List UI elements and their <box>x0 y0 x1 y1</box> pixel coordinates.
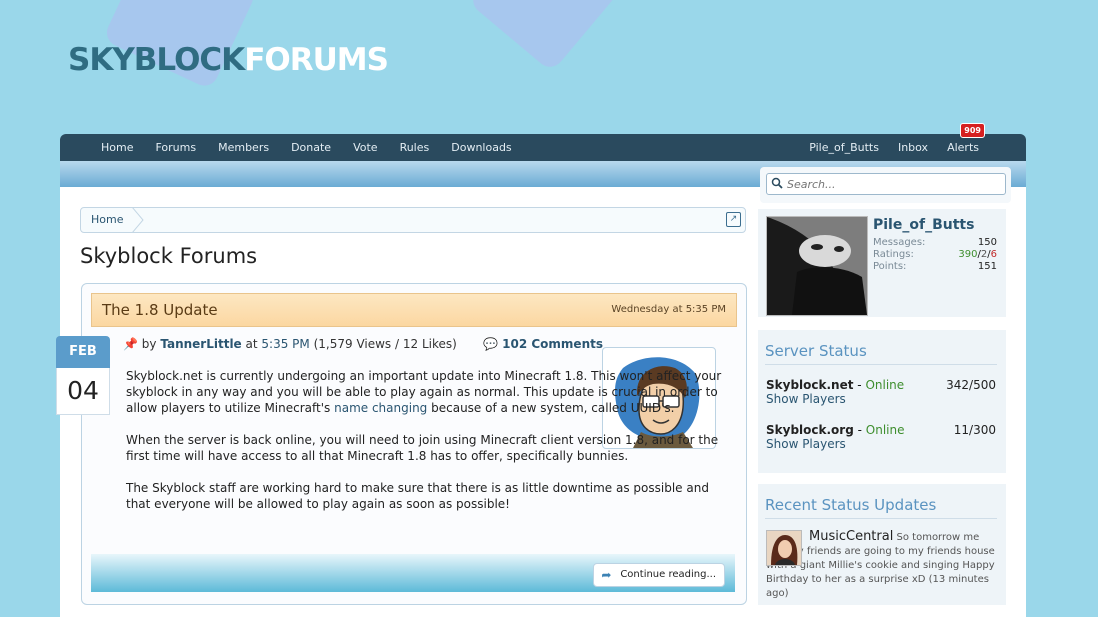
name-changing-link[interactable]: name changing <box>334 401 427 415</box>
ratings-values[interactable]: 390/2/6 <box>958 249 997 261</box>
stat-label: Ratings: <box>873 249 914 260</box>
visitor-stats: Messages: 150 Ratings: 390/2/6 Points: 1… <box>873 237 997 273</box>
stat-points: Points: 151 <box>873 261 997 273</box>
page-title: Skyblock Forums <box>80 244 258 268</box>
status-user-avatar[interactable] <box>766 530 802 566</box>
post-timestamp: Wednesday at 5:35 PM <box>611 304 726 315</box>
status-username[interactable]: MusicCentral <box>809 529 893 544</box>
post-time-link[interactable]: 5:35 PM <box>261 337 309 351</box>
pin-icon: 📌 <box>123 337 138 351</box>
continue-reading-button[interactable]: ➦ Continue reading... <box>593 563 725 587</box>
post-footer: ➦ Continue reading... <box>91 554 735 592</box>
views-likes: (1,579 Views / 12 Likes) <box>313 337 457 351</box>
show-players-link[interactable]: Show Players <box>766 437 996 451</box>
alerts-label: Alerts <box>947 141 979 154</box>
user-avatar[interactable] <box>766 216 868 316</box>
post-title[interactable]: The 1.8 Update <box>102 294 218 326</box>
news-post: The 1.8 Update Wednesday at 5:35 PM 📌 by… <box>81 283 747 605</box>
post-paragraph: The Skyblock staff are working hard to m… <box>126 481 709 511</box>
stat-value[interactable]: 150 <box>978 237 997 249</box>
server-status-panel: Server Status Skyblock.net - Online 342/… <box>758 330 1006 473</box>
at-label: at <box>245 337 258 351</box>
post-body: Skyblock.net is currently undergoing an … <box>126 368 726 528</box>
server-status: Online <box>865 378 905 392</box>
post-paragraph: Skyblock.net is currently undergoing an … <box>126 368 726 416</box>
user-photo-icon <box>767 531 801 565</box>
continue-label: Continue reading... <box>620 569 716 580</box>
nav-donate[interactable]: Donate <box>280 134 342 161</box>
server-status-title: Server Status <box>765 342 867 360</box>
panel-divider <box>765 518 997 519</box>
site-logo[interactable]: SKYBLOCKFORUMS <box>68 42 389 78</box>
breadcrumb-arrow-icon <box>132 207 144 233</box>
stat-messages: Messages: 150 <box>873 237 997 249</box>
by-label: by <box>141 337 157 351</box>
server-name: Skyblock.org <box>766 423 854 437</box>
post-paragraph: When the server is back online, you will… <box>126 433 719 463</box>
user-photo-icon <box>767 217 867 315</box>
nav-vote[interactable]: Vote <box>342 134 388 161</box>
server-name: Skyblock.net <box>766 378 854 392</box>
search-box <box>760 167 1011 203</box>
search-input[interactable] <box>787 174 997 194</box>
nav-rules[interactable]: Rules <box>389 134 441 161</box>
visitor-panel: Pile_of_Butts Messages: 150 Ratings: 390… <box>758 209 1006 317</box>
comment-bubble-icon: 💬 <box>483 337 498 351</box>
post-date: FEB 04 <box>56 336 110 415</box>
date-day: 04 <box>56 368 110 415</box>
search-icon <box>771 177 783 189</box>
rating-neutral: 2 <box>980 249 988 260</box>
post-author-link[interactable]: TannerLittle <box>160 337 241 351</box>
nav-tabs: Home Forums Members Donate Vote Rules Do… <box>101 134 523 161</box>
rating-positive: 390 <box>958 249 978 260</box>
main-navbar: Home Forums Members Donate Vote Rules Do… <box>60 123 1026 161</box>
breadcrumb-home[interactable]: Home <box>91 208 123 232</box>
post-meta: 📌 by TannerLittle at 5:35 PM (1,579 View… <box>123 337 457 351</box>
nav-inbox[interactable]: Inbox <box>879 134 928 161</box>
show-players-link[interactable]: Show Players <box>766 392 996 406</box>
recent-status-panel: Recent Status Updates MusicCentral So to… <box>758 484 1006 605</box>
nav-alerts[interactable]: Alerts 909 <box>928 123 985 161</box>
jump-to-icon[interactable]: ↗ <box>726 212 741 227</box>
background-shape <box>467 0 623 73</box>
stat-ratings: Ratings: 390/2/6 <box>873 249 997 261</box>
breadcrumb: Home ↗ <box>80 207 746 233</box>
stat-label: Points: <box>873 261 907 272</box>
alerts-count-badge: 909 <box>960 123 985 138</box>
nav-forums[interactable]: Forums <box>144 134 207 161</box>
visitor-username[interactable]: Pile_of_Butts <box>873 217 974 233</box>
logo-part-skyblock: SKYBLOCK <box>68 42 245 78</box>
server-status: Online <box>865 423 905 437</box>
comments-link[interactable]: 💬 102 Comments <box>483 337 603 351</box>
search-field[interactable] <box>766 173 1006 195</box>
nav-members[interactable]: Members <box>207 134 280 161</box>
nav-user-account[interactable]: Pile_of_Butts <box>790 134 879 161</box>
stat-label: Messages: <box>873 237 926 248</box>
panel-divider <box>765 364 997 365</box>
server-player-count: 342/500 <box>946 378 996 392</box>
rating-negative: 6 <box>990 249 997 260</box>
paragraph-text: because of a new system, called UUID's. <box>427 401 675 415</box>
nav-downloads[interactable]: Downloads <box>440 134 522 161</box>
arrow-icon: ➦ <box>601 568 612 582</box>
server-entry: Skyblock.org - Online 11/300 Show Player… <box>766 423 996 451</box>
nav-home[interactable]: Home <box>101 134 144 161</box>
date-month: FEB <box>56 336 110 368</box>
comments-count: 102 Comments <box>502 337 603 351</box>
user-nav: Pile_of_Butts Inbox Alerts 909 <box>790 123 985 161</box>
server-player-count: 11/300 <box>953 423 996 437</box>
stat-value[interactable]: 151 <box>978 261 997 273</box>
post-header: The 1.8 Update Wednesday at 5:35 PM <box>91 293 737 327</box>
logo-part-forums: FORUMS <box>244 42 389 78</box>
server-entry: Skyblock.net - Online 342/500 Show Playe… <box>766 378 996 406</box>
recent-status-title: Recent Status Updates <box>765 496 937 514</box>
